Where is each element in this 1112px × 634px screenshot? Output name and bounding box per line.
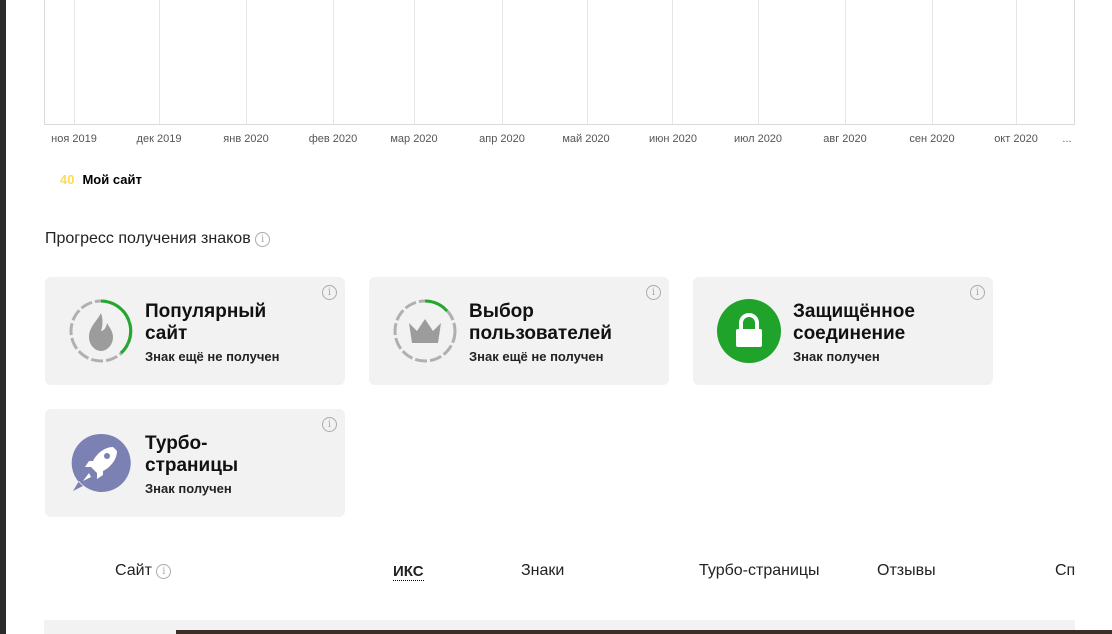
badge-title-line: Турбо- [145,433,208,454]
chart-tick-label: сен 2020 [909,133,955,145]
crown-icon [393,299,457,363]
badge-card-popular-site[interactable]: i Популярный сайт Знак ещё не получен [45,277,345,385]
badge-title-line: страницы [145,455,239,476]
table-header-reviews[interactable]: Отзывы [877,562,936,580]
info-icon[interactable]: i [255,232,271,247]
table-header-turbo-pages[interactable]: Турбо-страницы [699,562,820,580]
badge-title-line: пользователей [469,323,612,344]
bottom-edge-bar [176,630,1112,634]
rocket-icon [71,433,131,492]
chart-gridline [758,0,759,124]
iks-chart-area [44,0,1075,125]
chart-gridline [414,0,415,124]
badge-title-line: Выбор [469,301,534,322]
chart-tick-label: май 2020 [562,133,610,145]
chart-gridline [159,0,160,124]
flame-icon [69,299,133,363]
badge-status: Знак получен [145,481,232,496]
info-icon[interactable]: i [322,417,337,432]
info-icon[interactable]: i [156,564,172,579]
info-icon[interactable]: i [970,285,985,300]
chart-gridline [74,0,75,124]
chart-tick-label: июн 2020 [649,133,697,145]
chart-tick-label: фев 2020 [308,133,358,145]
chart-gridline [502,0,503,124]
chart-gridline [932,0,933,124]
header-label: Сайт [115,562,152,579]
chart-tick-label: авг 2020 [823,133,867,145]
badge-title: Популярный сайт [145,301,266,345]
badge-status: Знак ещё не получен [469,349,604,364]
chart-tick-label: ... [1062,133,1072,145]
badge-card-turbo-pages[interactable]: i Турбо- страницы Знак получен [45,409,345,517]
table-header-iks[interactable]: ИКС [393,564,424,581]
chart-gridline [1016,0,1017,124]
lock-icon [717,299,781,363]
chart-gridline [672,0,673,124]
legend-value: 40 [60,172,75,187]
badge-title: Выбор пользователей [469,301,612,345]
badge-title-line: соединение [793,323,906,344]
chart-tick-label: апр 2020 [479,133,525,145]
chart-tick-label: ноя 2019 [51,133,97,145]
chart-tick-label: окт 2020 [994,133,1038,145]
info-icon[interactable]: i [646,285,661,300]
left-edge-bar [0,0,6,634]
chart-tick-label: июл 2020 [733,133,783,145]
chart-tick-label: янв 2020 [223,133,269,145]
chart-gridline [246,0,247,124]
table-header-site[interactable]: Сайт i [115,562,172,580]
legend-label: Мой сайт [82,172,142,187]
badges-section-title: Прогресс получения знаков i [45,230,271,248]
chart-tick-label: мар 2020 [390,133,438,145]
badge-card-secure-connection[interactable]: i Защищённое соединение Знак получен [693,277,993,385]
chart-gridline [845,0,846,124]
chart-tick-label: дек 2019 [136,133,182,145]
info-icon[interactable]: i [322,285,337,300]
chart-legend[interactable]: 40 Мой сайт [60,172,142,187]
badge-status: Знак получен [793,349,880,364]
table-header-badges[interactable]: Знаки [521,562,564,580]
badges-title-text: Прогресс получения знаков [45,230,251,247]
badge-title: Турбо- страницы [145,433,238,477]
badge-status: Знак ещё не получен [145,349,280,364]
badge-card-users-choice[interactable]: i Выбор пользователей Знак ещё не получе… [369,277,669,385]
badge-title: Защищённое соединение [793,301,915,345]
chart-gridline [587,0,588,124]
table-header-truncated[interactable]: Сп [1055,562,1075,580]
badge-title-line: Защищённое [793,301,915,322]
chart-gridline [333,0,334,124]
badge-title-line: сайт [145,323,188,344]
badge-title-line: Популярный [145,301,267,322]
